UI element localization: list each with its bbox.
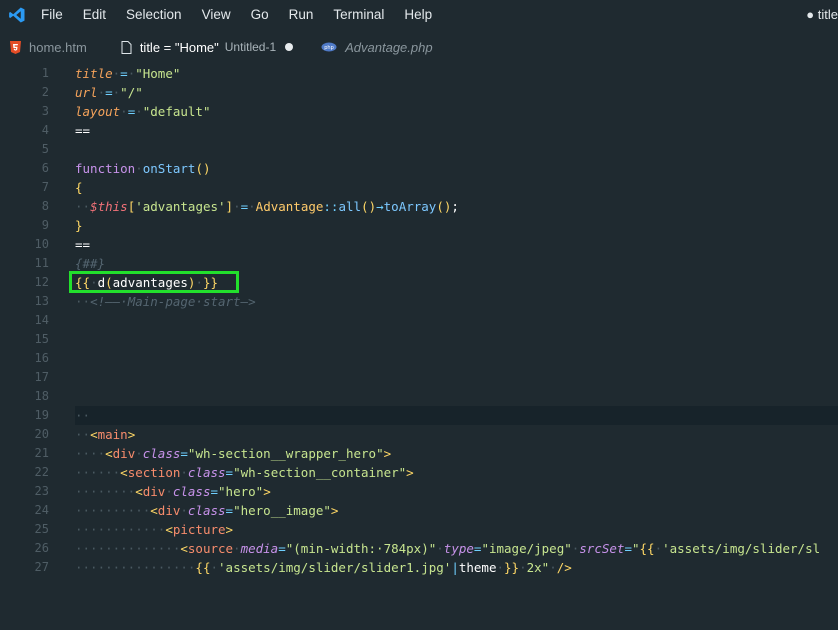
line-number: 22 <box>34 465 49 479</box>
code-line: ····<div·class="wh-section__wrapper_hero… <box>75 446 392 461</box>
code-line: { <box>75 180 83 195</box>
code-line: ········<div·class="hero"> <box>75 484 271 499</box>
code-line: ··············<source·media="(min-width:… <box>75 541 821 556</box>
code-line: ··<main> <box>75 427 136 442</box>
line-number: 14 <box>34 313 49 327</box>
code-line: ··<!——·Main-page·start—> <box>75 294 256 309</box>
tab-bar: home.htm title = "Home" Untitled-1 php A… <box>0 30 838 65</box>
line-number: 20 <box>34 427 49 441</box>
code-line: url·=·"/" <box>75 85 143 100</box>
menu-view[interactable]: View <box>192 0 241 30</box>
svg-text:php: php <box>324 45 334 51</box>
line-number: 15 <box>34 332 49 346</box>
line-number: 26 <box>34 541 49 555</box>
menu-run[interactable]: Run <box>279 0 324 30</box>
current-code-line: ·· <box>75 406 838 425</box>
line-number: 21 <box>34 446 49 460</box>
code-line: ··········<div·class="hero__image"> <box>75 503 339 518</box>
tab-advantage-php[interactable]: php Advantage.php <box>303 30 442 64</box>
code-line: layout·=·"default" <box>75 104 211 119</box>
line-number: 6 <box>41 161 49 175</box>
menu-help[interactable]: Help <box>394 0 442 30</box>
menu-file[interactable]: File <box>34 0 73 30</box>
code-line: == <box>75 123 91 138</box>
line-number: 7 <box>41 180 49 194</box>
code-line: } <box>75 218 83 233</box>
line-number: 12 <box>34 275 49 289</box>
code-line: title·=·"Home" <box>75 66 181 81</box>
line-number: 11 <box>34 256 49 270</box>
line-number: 2 <box>41 85 49 99</box>
tab-untitled-1[interactable]: title = "Home" Untitled-1 <box>96 30 304 65</box>
line-number: 16 <box>34 351 49 365</box>
code-line: function·onStart() <box>75 161 211 176</box>
line-number: 1 <box>41 66 49 80</box>
line-number: 9 <box>41 218 49 232</box>
menu-selection[interactable]: Selection <box>116 0 192 30</box>
window-title: ● title <box>806 7 838 22</box>
line-number: 10 <box>34 237 49 251</box>
tab-label: title = "Home" <box>139 39 219 55</box>
line-number: 27 <box>34 560 49 574</box>
code-editor[interactable]: 1 2 3 4 5 6 7 8 9 10 11 12 13 14 15 16 1… <box>0 64 838 586</box>
line-number: 19 <box>34 408 49 422</box>
line-number: 23 <box>34 484 49 498</box>
unsaved-dot-icon[interactable] <box>285 43 294 51</box>
html5-icon <box>10 40 21 54</box>
line-number: 25 <box>34 522 49 536</box>
code-line: ················{{·'assets/img/slider/sl… <box>75 560 572 575</box>
line-number: 18 <box>34 389 49 403</box>
vscode-logo-icon[interactable] <box>0 0 34 30</box>
line-number: 3 <box>41 104 49 118</box>
code-line: ············<picture> <box>75 522 234 537</box>
line-number: 4 <box>41 123 49 137</box>
code-line: == <box>75 237 91 252</box>
tab-label: home.htm <box>29 39 87 55</box>
php-icon: php <box>321 42 337 52</box>
menu-terminal[interactable]: Terminal <box>323 0 394 30</box>
tab-description: Untitled-1 <box>224 40 277 54</box>
line-number: 8 <box>41 199 49 213</box>
menu-edit[interactable]: Edit <box>73 0 116 30</box>
menu-go[interactable]: Go <box>241 0 279 30</box>
file-icon <box>121 40 132 54</box>
line-number-gutter: 1 2 3 4 5 6 7 8 9 10 11 12 13 14 15 16 1… <box>0 64 58 577</box>
line-number: 5 <box>41 142 49 156</box>
line-number: 13 <box>34 294 49 308</box>
menu-bar: File Edit Selection View Go Run Terminal… <box>0 0 838 30</box>
line-number: 24 <box>34 503 49 517</box>
code-line: ······<section·class="wh-section__contai… <box>75 465 414 480</box>
editor-bottom-area <box>0 586 838 630</box>
highlight-box <box>69 271 239 293</box>
tab-home-htm[interactable]: home.htm <box>0 30 97 64</box>
line-number: 17 <box>34 370 49 384</box>
code-content[interactable]: title·=·"Home" url·=·"/" layout·=·"defau… <box>75 64 838 577</box>
tab-label: Advantage.php <box>345 39 433 55</box>
code-line: ··$this['advantages']·=·Advantage::all()… <box>75 199 459 214</box>
